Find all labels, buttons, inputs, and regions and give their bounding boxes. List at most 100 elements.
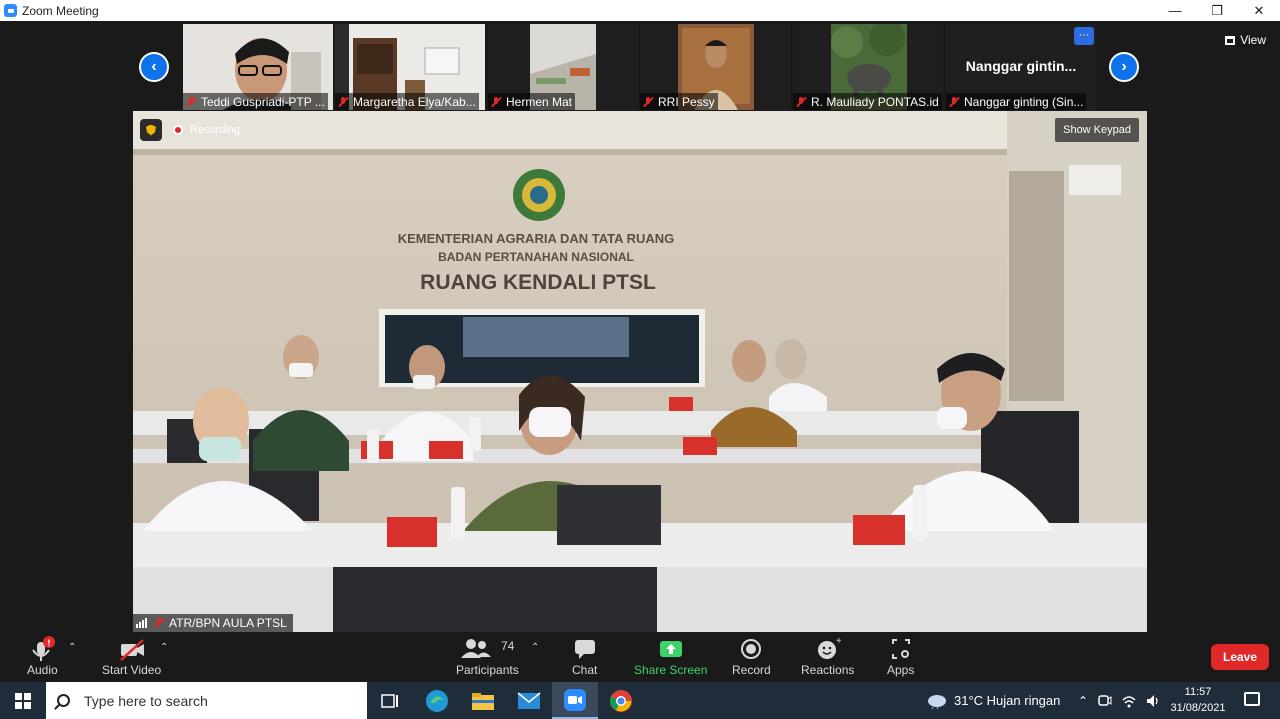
muted-mic-icon [185,96,197,108]
participant-tile[interactable]: Margaretha Elya/Kab... [335,24,485,110]
wall-text-room: RUANG KENDALI PTSL [420,271,656,294]
participants-label: Participants [456,663,519,677]
view-button[interactable]: View [1225,33,1266,47]
title-bar: Zoom Meeting — ❐ ✕ [0,0,1280,21]
muted-mic-icon [337,96,349,108]
chat-button[interactable]: Chat [572,636,597,677]
participant-tile[interactable]: ··· Nanggar gintin... Nanggar ginting (S… [946,24,1096,110]
chevron-right-icon: › [1121,58,1127,75]
window-controls: — ❐ ✕ [1154,0,1280,21]
video-off-icon [117,636,147,662]
muted-mic-icon [153,617,165,629]
meeting-room-scene: KEMENTERIAN AGRARIA DAN TATA RUANG BADAN… [133,111,1147,632]
meet-now-icon[interactable] [1097,693,1113,709]
windows-logo-icon [14,692,31,709]
gallery-next-button[interactable]: › [1109,52,1139,82]
share-screen-label: Share Screen [634,663,708,677]
signal-strength-icon [136,618,148,628]
audio-label: Audio [27,663,58,677]
weather-text: 31°C Hujan ringan [954,693,1061,708]
weather-widget[interactable]: 31°C Hujan ringan [926,682,1060,719]
start-video-button[interactable]: Start Video [102,636,161,677]
start-button[interactable] [0,682,45,719]
leave-button[interactable]: Leave [1211,644,1269,670]
active-speaker-video: KEMENTERIAN AGRARIA DAN TATA RUANG BADAN… [133,111,1147,632]
recording-indicator[interactable]: Recording [173,122,240,138]
search-placeholder: Type here to search [84,692,208,709]
participant-name: Margaretha Elya/Kab... [353,94,476,109]
speaker-name: ATR/BPN AULA PTSL [169,616,287,630]
muted-mic-icon [490,96,502,108]
notification-center-icon[interactable] [1244,692,1260,706]
taskbar-search-box[interactable]: Type here to search [46,682,367,719]
audio-warning-badge: ! [48,638,51,648]
edge-browser-icon [426,689,448,712]
taskbar-edge[interactable] [414,682,460,719]
participant-label: Hermen Mat [488,93,576,110]
taskbar-chrome[interactable] [598,682,644,719]
minimize-button[interactable]: — [1154,0,1196,21]
muted-mic-icon [642,96,654,108]
wall-text-ministry: KEMENTERIAN AGRARIA DAN TATA RUANG [398,231,675,246]
participant-name: RRI Pessy [658,94,715,109]
gallery-prev-button[interactable]: ‹ [139,52,169,82]
taskbar-file-explorer[interactable] [460,682,506,719]
share-screen-icon [658,636,684,662]
svg-text:+: + [836,636,841,647]
task-view-button[interactable] [367,682,413,719]
participant-label: Teddi Guspriadi-PTP ... [183,93,328,110]
share-screen-button[interactable]: Share Screen [634,636,707,677]
task-view-icon [381,693,398,708]
chat-label: Chat [572,663,598,677]
wifi-icon[interactable] [1121,693,1137,709]
taskbar-mail[interactable] [506,682,552,719]
participant-name: Teddi Guspriadi-PTP ... [201,94,325,109]
reactions-label: Reactions [801,663,855,677]
microphone-icon: ! [27,636,57,662]
video-options-caret[interactable]: ⌃ [160,642,168,653]
window-title: Zoom Meeting [22,3,99,18]
record-icon [739,636,763,662]
show-keypad-button[interactable]: Show Keypad [1055,118,1139,142]
apps-button[interactable]: Apps [887,636,914,677]
participant-label: Margaretha Elya/Kab... [335,93,479,110]
file-explorer-icon [472,692,494,710]
audio-button[interactable]: ! Audio [27,636,58,677]
participant-label: RRI Pessy [640,93,718,110]
more-options-button[interactable]: ··· [1074,27,1094,45]
chevron-left-icon: ‹ [151,58,157,75]
participant-tile[interactable]: Hermen Mat [488,24,638,110]
close-button[interactable]: ✕ [1238,0,1280,21]
zoom-app-icon [4,4,17,17]
recording-dot-icon [173,125,183,135]
reactions-icon: + [815,636,841,662]
view-label: View [1240,33,1266,47]
taskbar-zoom[interactable] [552,682,598,719]
participant-name: R. Mauliady PONTAS.id [811,94,939,109]
reactions-button[interactable]: + Reactions [801,636,854,677]
start-video-label: Start Video [102,663,162,677]
zoom-app-icon [564,688,586,711]
taskbar-clock[interactable]: 11:57 31/08/2021 [1168,684,1228,716]
chevron-up-icon[interactable]: ⌃ [1078,694,1088,708]
restore-button[interactable]: ❐ [1196,0,1238,21]
speaker-label: ATR/BPN AULA PTSL [133,614,293,632]
participant-label: Nanggar ginting (Sin... [946,93,1087,110]
participant-name: Nanggar ginting (Sin... [964,94,1084,109]
participants-options-caret[interactable]: ⌃ [531,642,539,653]
participants-button[interactable]: 74 Participants [456,636,519,677]
participant-tile[interactable]: Teddi Guspriadi-PTP ... [183,24,333,110]
mail-icon [517,691,541,709]
gallery-strip: ‹ Teddi Guspriadi-PTP ... Margaretha Ely… [0,21,1280,111]
participant-name: Hermen Mat [506,94,573,109]
clock-time: 11:57 [1184,686,1212,698]
audio-options-caret[interactable]: ⌃ [68,642,76,653]
volume-icon[interactable] [1145,693,1161,709]
record-label: Record [732,663,771,677]
participant-tile[interactable]: R. Mauliady PONTAS.id [793,24,943,110]
participant-tile[interactable]: RRI Pessy [640,24,790,110]
security-shield-icon[interactable] [140,119,162,141]
apps-label: Apps [887,663,915,677]
participants-count: 74 [501,639,515,653]
record-button[interactable]: Record [732,636,771,677]
